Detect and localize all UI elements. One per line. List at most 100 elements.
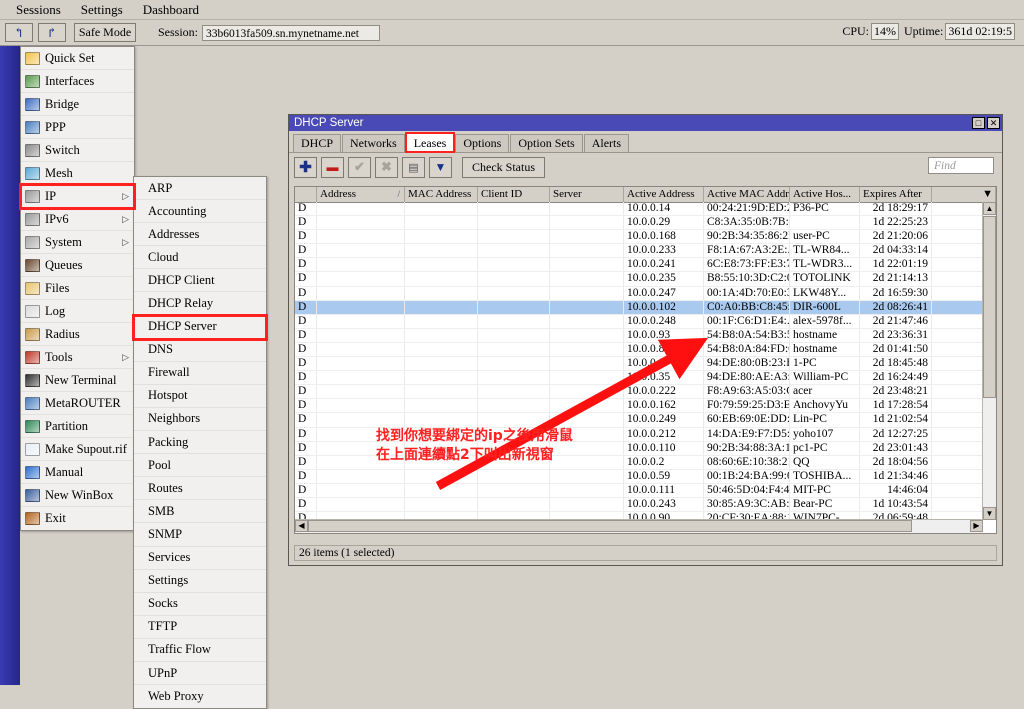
ip-menu-item-pool[interactable]: Pool (134, 454, 266, 477)
tab-alerts[interactable]: Alerts (584, 134, 629, 152)
table-row[interactable]: D10.0.0.9354:B8:0A:54:B3:5Chostname2d 23… (295, 329, 983, 343)
ip-menu-item-smb[interactable]: SMB (134, 500, 266, 523)
table-row[interactable]: D10.0.0.102C0:A0:BB:C8:45:...DIR-600L2d … (295, 301, 983, 315)
column-header-mac[interactable]: MAC Address (405, 187, 478, 202)
ip-menu-item-dns[interactable]: DNS (134, 339, 266, 362)
main-menu-item-ip[interactable]: IP▷ (21, 185, 134, 208)
ip-menu-item-accounting[interactable]: Accounting (134, 200, 266, 223)
column-header-active_mac[interactable]: Active MAC Addr... (704, 187, 790, 202)
ip-menu-item-dhcp-client[interactable]: DHCP Client (134, 269, 266, 292)
table-row[interactable]: D10.0.0.8794:DE:80:0B:23:BF1-PC2d 18:45:… (295, 357, 983, 371)
ip-menu-item-tftp[interactable]: TFTP (134, 616, 266, 639)
undo-icon[interactable]: ↰ (5, 23, 33, 42)
column-header-expires[interactable]: Expires After (860, 187, 932, 202)
remove-button[interactable]: ▬ (321, 157, 344, 178)
menu-dashboard[interactable]: Dashboard (133, 1, 209, 19)
table-row[interactable]: D10.0.0.2416C:E8:73:FF:E3:7ETL-WDR3...1d… (295, 258, 983, 272)
column-header-server[interactable]: Server (550, 187, 624, 202)
table-row[interactable]: D10.0.0.24800:1F:C6:D1:E4:...alex-5978f.… (295, 315, 983, 329)
main-menu-item-interfaces[interactable]: Interfaces (21, 70, 134, 93)
tab-option-sets[interactable]: Option Sets (510, 134, 582, 152)
horizontal-scroll-thumb[interactable] (308, 520, 912, 532)
table-row[interactable]: D10.0.0.208:60:6E:10:38:21QQ2d 18:04:56 (295, 456, 983, 470)
main-menu-item-exit[interactable]: Exit (21, 507, 134, 530)
ip-menu-item-arp[interactable]: ARP (134, 177, 266, 200)
table-row[interactable]: D10.0.0.24700:1A:4D:70:E0:35LKW48Y...2d … (295, 287, 983, 301)
column-header-client_id[interactable]: Client ID (478, 187, 550, 202)
main-menu-item-radius[interactable]: Radius (21, 323, 134, 346)
main-menu-item-queues[interactable]: Queues (21, 254, 134, 277)
table-row[interactable]: D10.0.0.233F8:1A:67:A3:2E:...TL-WR84...2… (295, 244, 983, 258)
check-status-button[interactable]: Check Status (462, 157, 545, 178)
comment-button[interactable]: ▤ (402, 157, 425, 178)
column-header-address[interactable]: Address/ (317, 187, 405, 202)
table-row[interactable]: D10.0.0.5900:1B:24:BA:99:61TOSHIBA...1d … (295, 470, 983, 484)
main-menu-item-ppp[interactable]: PPP (21, 116, 134, 139)
ip-menu-item-packing[interactable]: Packing (134, 431, 266, 454)
filter-icon[interactable]: ▼ (429, 157, 452, 178)
column-header-menu-button[interactable]: ▼ (932, 187, 996, 202)
table-row[interactable]: D10.0.0.24330:85:A9:3C:AB:5FBear-PC1d 10… (295, 498, 983, 512)
horizontal-scrollbar[interactable]: ◀ ▶ (295, 519, 983, 533)
table-row[interactable]: D10.0.0.162F0:79:59:25:D3:EDAnchovyYu1d … (295, 399, 983, 413)
main-menu-item-new-winbox[interactable]: New WinBox (21, 484, 134, 507)
scroll-left-arrow[interactable]: ◀ (295, 520, 308, 532)
ip-menu-item-services[interactable]: Services (134, 547, 266, 570)
main-menu-item-bridge[interactable]: Bridge (21, 93, 134, 116)
ip-menu-item-dhcp-server[interactable]: DHCP Server (134, 316, 266, 339)
ip-menu-item-upnp[interactable]: UPnP (134, 662, 266, 685)
ip-menu-item-traffic-flow[interactable]: Traffic Flow (134, 639, 266, 662)
ip-menu-item-socks[interactable]: Socks (134, 593, 266, 616)
table-row[interactable]: D10.0.0.11090:2B:34:88:3A:14pc1-PC2d 23:… (295, 442, 983, 456)
ip-menu-item-web-proxy[interactable]: Web Proxy (134, 685, 266, 708)
close-icon[interactable]: ✕ (987, 117, 1000, 129)
table-row[interactable]: D10.0.0.29C8:3A:35:0B:7B:...1d 22:25:23 (295, 216, 983, 230)
main-menu-item-system[interactable]: System▷ (21, 231, 134, 254)
table-row[interactable]: D10.0.0.11150:46:5D:04:F4:45MIT-PC14:46:… (295, 484, 983, 498)
main-menu-item-metarouter[interactable]: MetaROUTER (21, 392, 134, 415)
table-row[interactable]: D10.0.0.235B8:55:10:3D:C2:0ETOTOLINK2d 2… (295, 272, 983, 286)
main-menu-item-tools[interactable]: Tools▷ (21, 346, 134, 369)
vertical-scrollbar[interactable]: ▲ ▼ (982, 202, 996, 520)
ip-menu-item-cloud[interactable]: Cloud (134, 246, 266, 269)
table-row[interactable]: D10.0.0.16890:2B:34:35:86:2Buser-PC2d 21… (295, 230, 983, 244)
add-button[interactable]: ✚ (294, 157, 317, 178)
column-header-active_ip[interactable]: Active Address (624, 187, 704, 202)
safe-mode-button[interactable]: Safe Mode (74, 23, 136, 42)
table-row[interactable]: D10.0.0.1400:24:21:9D:ED:2BP36-PC2d 18:2… (295, 202, 983, 216)
ip-menu-item-neighbors[interactable]: Neighbors (134, 408, 266, 431)
main-menu-item-log[interactable]: Log (21, 300, 134, 323)
main-menu-item-partition[interactable]: Partition (21, 415, 134, 438)
ip-menu-item-firewall[interactable]: Firewall (134, 362, 266, 385)
column-header-active_host[interactable]: Active Hos... (790, 187, 860, 202)
ip-menu-item-dhcp-relay[interactable]: DHCP Relay (134, 292, 266, 315)
main-menu-item-mesh[interactable]: Mesh (21, 162, 134, 185)
ip-menu-item-settings[interactable]: Settings (134, 570, 266, 593)
tab-networks[interactable]: Networks (342, 134, 405, 152)
find-input[interactable]: Find (928, 157, 994, 174)
table-row[interactable]: D10.0.0.24960:EB:69:0E:DD:...Lin-PC1d 21… (295, 413, 983, 427)
table-row[interactable]: D10.0.0.222F8:A9:63:A5:03:C2acer2d 23:48… (295, 385, 983, 399)
dhcp-window-titlebar[interactable]: DHCP Server □ ✕ (289, 115, 1002, 131)
menu-sessions[interactable]: Sessions (6, 1, 71, 19)
maximize-icon[interactable]: □ (972, 117, 985, 129)
main-menu-item-manual[interactable]: Manual (21, 461, 134, 484)
table-row[interactable]: D10.0.0.21214:DA:E9:F7:D5:0Fyoho1072d 12… (295, 428, 983, 442)
redo-icon[interactable]: ↱ (38, 23, 66, 42)
tab-dhcp[interactable]: DHCP (293, 134, 341, 152)
tab-leases[interactable]: Leases (406, 133, 455, 152)
table-row[interactable]: D10.0.0.8654:B8:0A:84:FD:6Dhostname2d 01… (295, 343, 983, 357)
ip-menu-item-hotspot[interactable]: Hotspot (134, 385, 266, 408)
main-menu-item-switch[interactable]: Switch (21, 139, 134, 162)
scroll-right-arrow[interactable]: ▶ (970, 520, 983, 532)
table-row[interactable]: D10.0.0.3594:DE:80:AE:A3:88William-PC2d … (295, 371, 983, 385)
column-header-flag[interactable] (295, 187, 317, 202)
main-menu-item-files[interactable]: Files (21, 277, 134, 300)
ip-menu-item-snmp[interactable]: SNMP (134, 523, 266, 546)
main-menu-item-quick-set[interactable]: Quick Set (21, 47, 134, 70)
main-menu-item-new-terminal[interactable]: New Terminal (21, 369, 134, 392)
scroll-up-arrow[interactable]: ▲ (983, 202, 996, 215)
main-menu-item-ipv6[interactable]: IPv6▷ (21, 208, 134, 231)
menu-settings[interactable]: Settings (71, 1, 133, 19)
scroll-down-arrow[interactable]: ▼ (983, 507, 996, 520)
